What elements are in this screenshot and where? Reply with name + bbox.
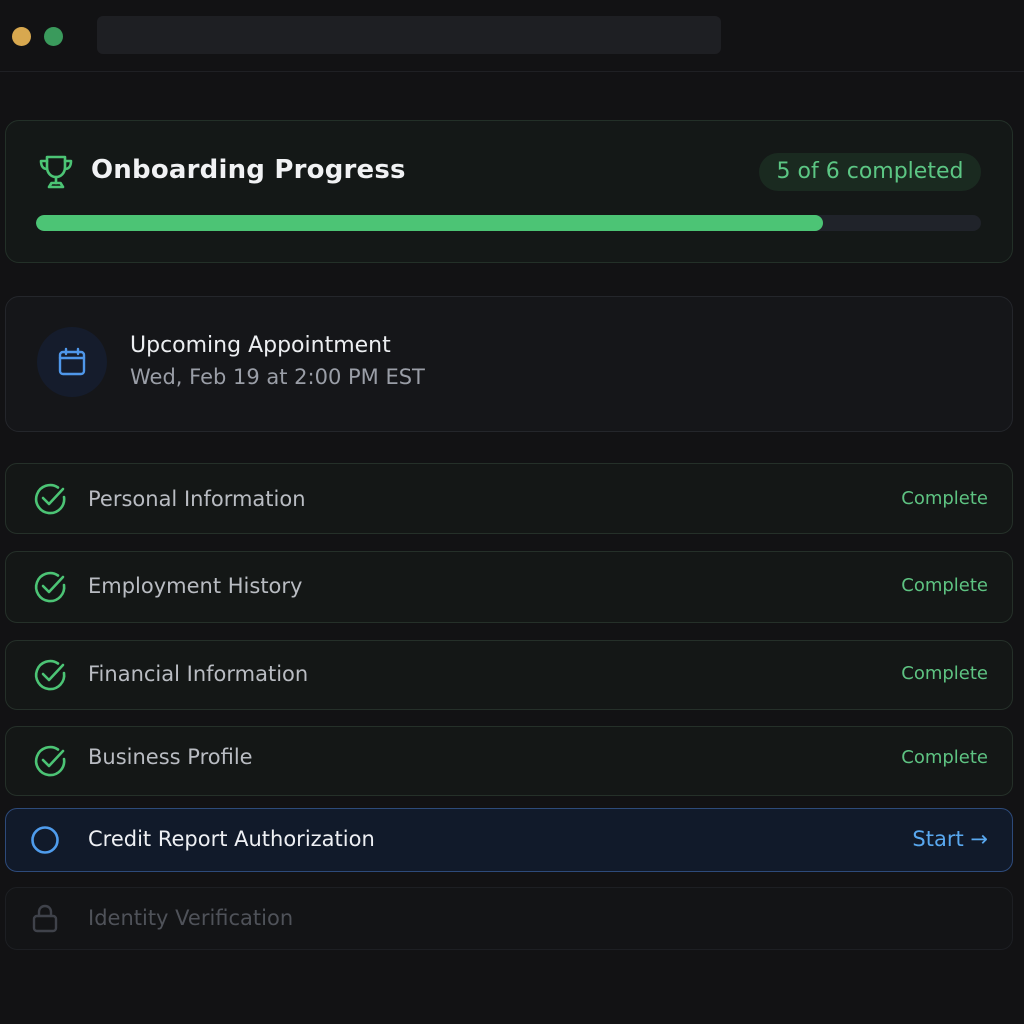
start-button[interactable]: Start → <box>912 827 988 851</box>
task-personal-information[interactable]: Personal Information Complete <box>5 463 1013 534</box>
appointment-datetime: Wed, Feb 19 at 2:00 PM EST <box>130 365 425 389</box>
check-circle-icon <box>34 571 66 603</box>
task-credit-report-authorization[interactable]: Credit Report Authorization Start → <box>5 808 1013 872</box>
task-label: Business Profile <box>88 745 253 769</box>
task-financial-information[interactable]: Financial Information Complete <box>5 640 1013 710</box>
check-circle-icon <box>34 659 66 691</box>
calendar-icon <box>58 347 86 376</box>
task-employment-history[interactable]: Employment History Complete <box>5 551 1013 623</box>
task-status: Complete <box>901 488 988 509</box>
progress-title: Onboarding Progress <box>91 155 406 185</box>
progress-bar-fill <box>36 215 824 231</box>
onboarding-progress-card <box>5 120 1013 263</box>
check-circle-icon <box>34 483 66 515</box>
task-business-profile[interactable]: Business Profile Complete <box>5 726 1013 796</box>
trophy-icon <box>39 155 73 189</box>
task-label: Credit Report Authorization <box>88 827 375 851</box>
lock-icon <box>32 904 58 933</box>
task-label: Identity Verification <box>88 906 294 930</box>
address-bar[interactable] <box>97 16 721 54</box>
task-status: Complete <box>901 747 988 768</box>
appointment-title: Upcoming Appointment <box>130 333 391 358</box>
progress-bar <box>36 215 981 231</box>
appointment-card[interactable] <box>5 296 1013 432</box>
task-status: Complete <box>901 575 988 596</box>
task-status: Complete <box>901 663 988 684</box>
progress-count-badge: 5 of 6 completed <box>759 153 981 191</box>
window-minimize-button[interactable] <box>12 27 31 46</box>
window-maximize-button[interactable] <box>44 27 63 46</box>
task-label: Employment History <box>88 574 303 598</box>
task-label: Personal Information <box>88 487 306 511</box>
check-circle-icon <box>34 745 66 777</box>
task-identity-verification: Identity Verification <box>5 887 1013 950</box>
task-label: Financial Information <box>88 662 309 686</box>
empty-circle-icon <box>31 826 59 854</box>
window-titlebar <box>0 0 1024 72</box>
